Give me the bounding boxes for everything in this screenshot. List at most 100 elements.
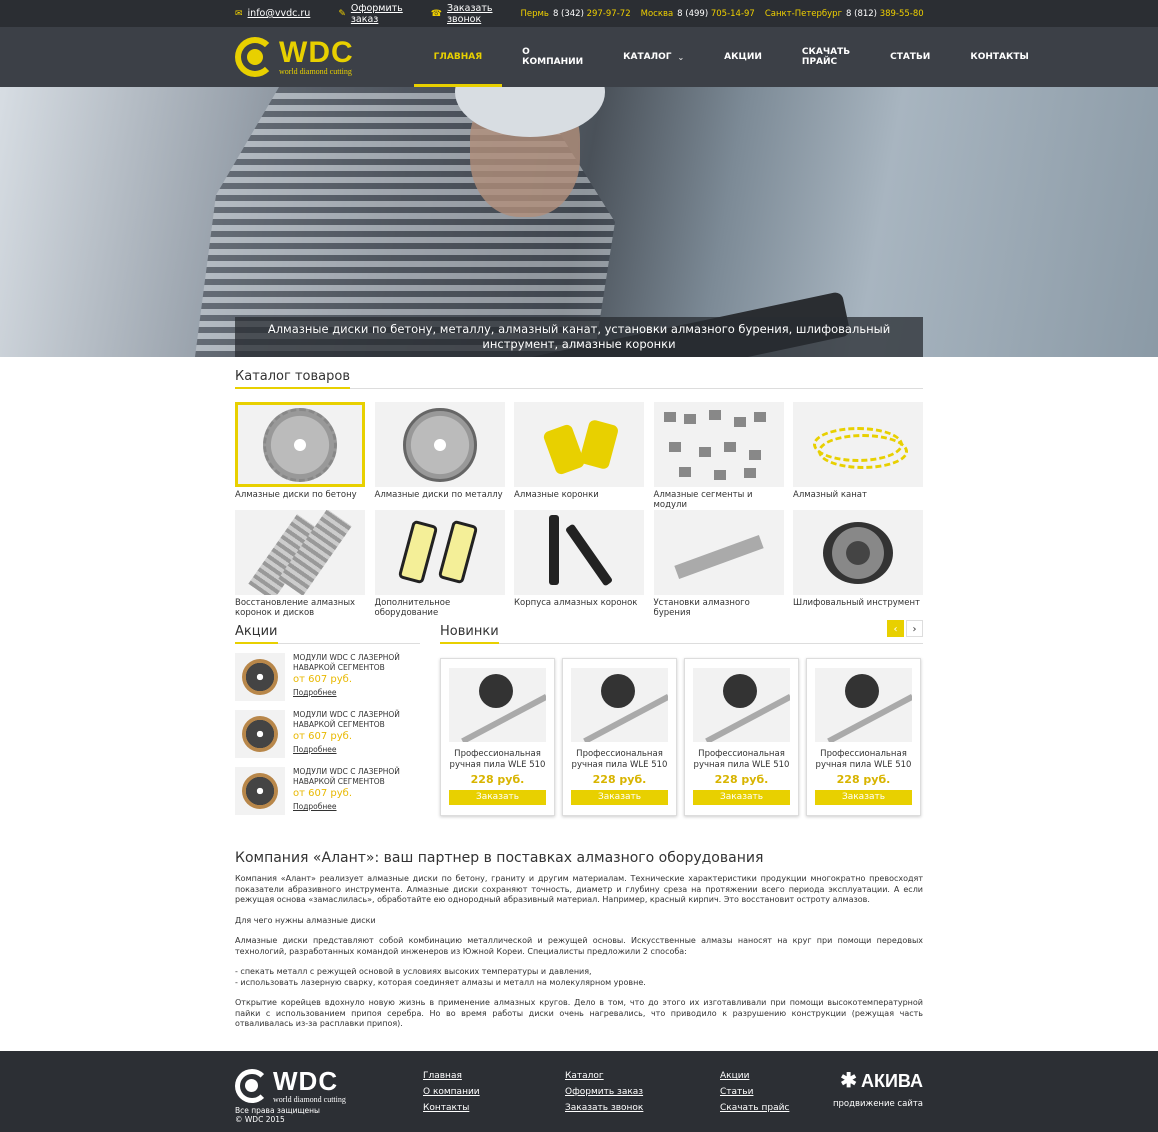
order-link[interactable]: ✎ Оформить заказ — [338, 3, 402, 25]
top-bar: ✉ info@vvdc.ru ✎ Оформить заказ ☎ Заказа… — [0, 0, 1158, 27]
catalog-item[interactable]: Шлифовальный инструмент — [793, 510, 923, 608]
promo-image — [235, 653, 285, 701]
product-card[interactable]: Профессиональная ручная пила WLE 510 228… — [440, 658, 555, 816]
promo-more-link[interactable]: Подробнее — [293, 745, 403, 755]
catalog-item[interactable]: Алмазные сегменты и модули — [653, 402, 784, 510]
star-icon: ✱ — [840, 1070, 857, 1092]
logo-mark-icon — [235, 37, 275, 77]
footer-link-price[interactable]: Скачать прайс — [720, 1100, 789, 1116]
catalog-item[interactable]: Алмазные коронки — [514, 402, 644, 500]
product-image — [449, 668, 546, 742]
product-card[interactable]: Профессиональная ручная пила WLE 510 228… — [562, 658, 677, 816]
footer-logo-mark-icon — [235, 1068, 269, 1103]
order-button[interactable]: Заказать — [449, 790, 546, 805]
promo-price: от 607 руб. — [293, 788, 352, 799]
promo-image — [235, 767, 285, 815]
pencil-icon: ✎ — [338, 8, 346, 19]
product-image — [815, 668, 912, 742]
logo-name: WDC — [279, 35, 354, 69]
nav-home[interactable]: ГЛАВНАЯ — [413, 27, 503, 87]
logo-tagline: world diamond cutting — [279, 66, 352, 76]
product-card[interactable]: Профессиональная ручная пила WLE 510 228… — [684, 658, 799, 816]
product-price: 228 руб. — [714, 773, 769, 786]
footer-link-home[interactable]: Главная — [423, 1068, 565, 1084]
metal-disc-image — [374, 402, 505, 487]
footer-link-callback[interactable]: Заказать звонок — [565, 1100, 720, 1116]
promo-more-link[interactable]: Подробнее — [293, 802, 403, 812]
about-subheading: Для чего нужны алмазные диски — [235, 915, 376, 925]
nav-promos[interactable]: АКЦИИ — [704, 27, 782, 87]
nav-articles[interactable]: СТАТЬИ — [870, 27, 950, 87]
diamond-wire-image — [793, 402, 923, 487]
promo-name: МОДУЛИ WDC С ЛАЗЕРНОЙ НАВАРКОЙ СЕГМЕНТОВ — [293, 653, 400, 672]
catalog-item-label: Алмазные коронки — [514, 490, 599, 500]
new-products-title: Новинки — [440, 624, 923, 644]
footer-logo[interactable]: WDC world diamond cutting Все права защи… — [235, 1051, 423, 1132]
logo[interactable]: WDC world diamond cutting — [235, 37, 354, 77]
footer-link-contacts[interactable]: Контакты — [423, 1100, 565, 1116]
order-button[interactable]: Заказать — [571, 790, 668, 805]
order-button[interactable]: Заказать — [693, 790, 790, 805]
prev-arrow-icon[interactable]: ‹ — [887, 620, 904, 637]
about-paragraph: Алмазные диски представляют собой комбин… — [235, 936, 923, 956]
product-card[interactable]: Профессиональная ручная пила WLE 510 228… — [806, 658, 921, 816]
promo-item[interactable]: МОДУЛИ WDC С ЛАЗЕРНОЙ НАВАРКОЙ СЕГМЕНТОВ… — [235, 653, 420, 701]
grinding-tool-image — [793, 510, 923, 595]
catalog-item[interactable]: Восстановление алмазных коронок и дисков — [235, 510, 365, 618]
agency-name: АКИВА — [860, 1071, 923, 1091]
email-link[interactable]: ✉ info@vvdc.ru — [235, 8, 310, 19]
nav-catalog[interactable]: КАТАЛОГ ⌄ — [603, 27, 704, 87]
catalog-item[interactable]: Дополнительное оборудование — [374, 510, 505, 618]
footer-link-about[interactable]: О компании — [423, 1084, 565, 1100]
footer-link-promos[interactable]: Акции — [720, 1068, 789, 1084]
footer-col-3: Акции Статьи Скачать прайс — [720, 1051, 789, 1132]
footer-col-2: Каталог Оформить заказ Заказать звонок — [565, 1051, 720, 1132]
footer-rights: Все права защищены — [235, 1106, 320, 1115]
catalog-item[interactable]: Корпуса алмазных коронок — [514, 510, 644, 608]
core-bodies-image — [514, 510, 644, 595]
agency-logo[interactable]: ✱ АКИВА продвижение сайта — [833, 1051, 923, 1132]
order-button[interactable]: Заказать — [815, 790, 912, 805]
nav-about[interactable]: О КОМПАНИИ — [502, 27, 603, 87]
new-products-section: Новинки ‹ › Профессиональная ручная пила… — [440, 620, 923, 816]
footer-copyright: © WDC 2015 — [235, 1115, 285, 1124]
catalog-item[interactable]: Алмазный канат — [793, 402, 923, 500]
nav-price[interactable]: СКАЧАТЬ ПРАЙС — [782, 27, 870, 87]
main-nav: ГЛАВНАЯ О КОМПАНИИ КАТАЛОГ ⌄ АКЦИИ СКАЧАТ… — [413, 27, 1049, 87]
catalog-item[interactable]: Алмазные диски по металлу — [374, 402, 505, 500]
callback-link[interactable]: ☎ Заказать звонок — [431, 3, 493, 25]
footer-link-catalog[interactable]: Каталог — [565, 1068, 720, 1084]
footer: WDC world diamond cutting Все права защи… — [0, 1051, 1158, 1132]
next-arrow-icon[interactable]: › — [906, 620, 923, 637]
catalog-item[interactable]: Установки алмазного бурения — [653, 510, 784, 618]
chevron-down-icon: ⌄ — [677, 52, 685, 62]
catalog-item[interactable]: Алмазные диски по бетону — [235, 402, 365, 500]
product-name: Профессиональная ручная пила WLE 510 — [571, 749, 668, 770]
about-list-item: - спекать металл с режущей основой в усл… — [235, 967, 592, 976]
segments-image — [653, 402, 784, 487]
catalog-item-label: Установки алмазного бурения — [653, 598, 750, 618]
footer-link-articles[interactable]: Статьи — [720, 1084, 789, 1100]
core-bits-image — [514, 402, 644, 487]
footer-col-1: Главная О компании Контакты — [423, 1051, 565, 1132]
promo-name: МОДУЛИ WDC С ЛАЗЕРНОЙ НАВАРКОЙ СЕГМЕНТОВ — [293, 767, 400, 786]
catalog-section: Каталог товаров Алмазные диски по бетону… — [235, 369, 923, 618]
phone-perm: Пермь 8 (342) 297-97-72 — [520, 8, 631, 19]
catalog-item-label: Корпуса алмазных коронок — [514, 598, 638, 608]
catalog-item-label: Дополнительное оборудование — [374, 598, 451, 618]
nav-catalog-label: КАТАЛОГ — [623, 52, 672, 62]
about-list-item: - использовать лазерную сварку, которая … — [235, 977, 646, 987]
catalog-item-label: Алмазные диски по металлу — [374, 490, 503, 500]
header: WDC world diamond cutting ГЛАВНАЯ О КОМП… — [0, 27, 1158, 87]
phone-numbers: Пермь 8 (342) 297-97-72 Москва 8 (499) 705… — [520, 9, 923, 19]
footer-link-order[interactable]: Оформить заказ — [565, 1084, 720, 1100]
promo-item[interactable]: МОДУЛИ WDC С ЛАЗЕРНОЙ НАВАРКОЙ СЕГМЕНТОВ… — [235, 710, 420, 758]
phone-moscow: Москва 8 (499) 705-14-97 — [640, 8, 755, 19]
phone-spb: Санкт-Петербург 8 (812) 389-55-80 — [764, 8, 924, 19]
mail-icon: ✉ — [235, 8, 243, 19]
product-name: Профессиональная ручная пила WLE 510 — [693, 749, 790, 770]
promo-item[interactable]: МОДУЛИ WDC С ЛАЗЕРНОЙ НАВАРКОЙ СЕГМЕНТОВ… — [235, 767, 420, 815]
promo-more-link[interactable]: Подробнее — [293, 688, 403, 698]
promos-section: Акции МОДУЛИ WDC С ЛАЗЕРНОЙ НАВАРКОЙ СЕГ… — [235, 624, 420, 816]
nav-contacts[interactable]: КОНТАКТЫ — [950, 27, 1048, 87]
